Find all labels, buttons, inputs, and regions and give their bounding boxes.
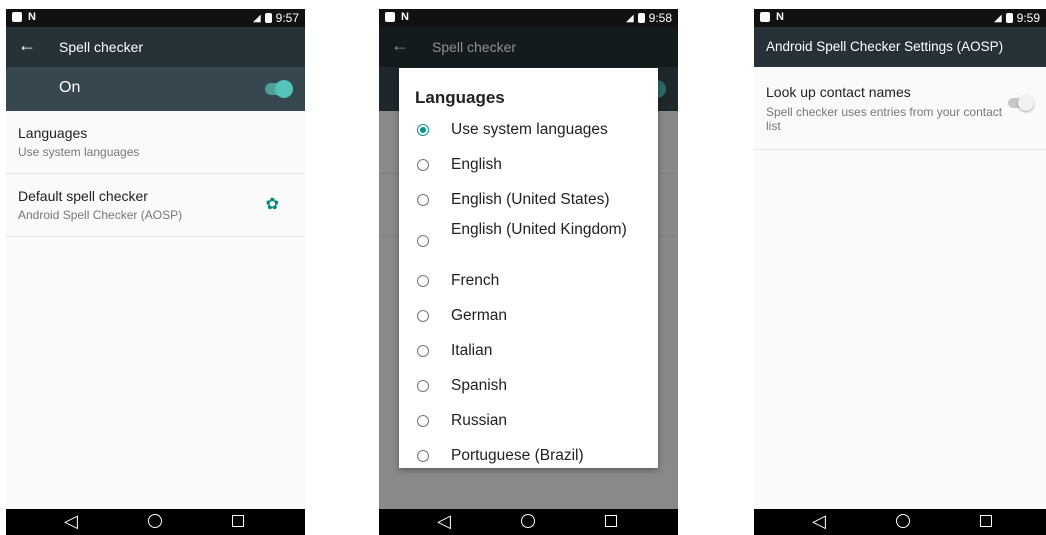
radio-button[interactable] xyxy=(417,450,429,462)
option-label: Italian xyxy=(451,342,493,359)
radio-button[interactable] xyxy=(417,275,429,287)
radio-button[interactable] xyxy=(417,310,429,322)
dialog-title: Languages xyxy=(415,88,505,107)
option-label: Use system languages xyxy=(451,121,608,138)
option-label: Russian xyxy=(451,412,507,429)
gear-icon[interactable]: ✿ xyxy=(266,194,279,214)
look-up-contact-names-item[interactable]: Look up contact names Spell checker uses… xyxy=(754,67,1046,150)
item-title: Look up contact names xyxy=(766,84,911,100)
back-arrow-icon[interactable]: ← xyxy=(18,35,36,56)
option-label: German xyxy=(451,307,507,324)
option-label: English (United Kingdom) xyxy=(451,221,627,238)
option-label: English xyxy=(451,156,502,173)
switch-label: On xyxy=(59,79,81,96)
nav-back-icon[interactable]: ◁ xyxy=(64,511,78,532)
nfc-icon: N xyxy=(776,11,784,23)
languages-item[interactable]: Languages Use system languages xyxy=(6,111,305,174)
clock: 9:58 xyxy=(648,11,672,25)
item-title: Default spell checker xyxy=(18,188,148,204)
nfc-icon: N xyxy=(28,11,36,23)
radio-button[interactable] xyxy=(417,159,429,171)
battery-icon xyxy=(264,13,272,23)
nfc-icon: N xyxy=(401,11,409,23)
clock: 9:57 xyxy=(275,11,299,25)
battery-icon xyxy=(637,13,645,23)
language-option[interactable]: French xyxy=(399,265,658,299)
language-option[interactable]: English xyxy=(399,149,658,183)
nav-home-icon[interactable] xyxy=(896,514,910,528)
nav-bar: ◁ xyxy=(754,509,1046,535)
radio-button[interactable] xyxy=(417,380,429,392)
sd-card-icon xyxy=(385,12,395,22)
radio-button[interactable] xyxy=(417,194,429,206)
radio-button[interactable] xyxy=(417,124,429,136)
language-option[interactable]: English (United Kingdom) xyxy=(399,219,658,265)
nav-recents-icon[interactable] xyxy=(232,515,244,527)
languages-dialog: Languages Use system languages English Eng… xyxy=(399,68,658,468)
signal-icon: ◢ xyxy=(252,12,261,24)
item-title: Languages xyxy=(18,125,88,141)
app-bar: Android Spell Checker Settings (AOSP) xyxy=(754,27,1046,67)
page-title: Android Spell Checker Settings (AOSP) xyxy=(766,39,1004,54)
default-spell-checker-item[interactable]: Default spell checker Android Spell Chec… xyxy=(6,174,305,237)
language-option[interactable]: Use system languages xyxy=(399,114,658,148)
option-label: English (United States) xyxy=(451,191,610,208)
page-title: Spell checker xyxy=(59,39,144,55)
item-subtitle: Android Spell Checker (AOSP) xyxy=(18,208,183,222)
option-label: Spanish xyxy=(451,377,508,394)
phone-screen-aosp-settings: N ◢ 9:59 Android Spell Checker Settings … xyxy=(754,9,1046,535)
language-option[interactable]: Portuguese (Brazil) xyxy=(399,440,658,474)
settings-list: Languages Use system languages Default s… xyxy=(6,111,305,237)
phone-screen-spell-checker: N ◢ 9:57 ← Spell checker On Languages Us… xyxy=(6,9,305,535)
nav-home-icon[interactable] xyxy=(148,514,162,528)
nav-recents-icon[interactable] xyxy=(980,515,992,527)
radio-button[interactable] xyxy=(417,345,429,357)
phone-screen-languages-dialog: N ◢ 9:58 ← Spell checker Languages Use s… xyxy=(379,9,678,535)
option-label: Portuguese (Brazil) xyxy=(451,447,584,464)
app-bar: ← Spell checker xyxy=(6,27,305,67)
language-option[interactable]: Italian xyxy=(399,335,658,369)
nav-back-icon[interactable]: ◁ xyxy=(812,511,826,532)
language-option[interactable]: Russian xyxy=(399,405,658,439)
language-option[interactable]: English (United States) xyxy=(399,184,658,218)
clock: 9:59 xyxy=(1016,11,1040,25)
nav-back-icon[interactable]: ◁ xyxy=(437,511,451,532)
sd-card-icon xyxy=(760,12,770,22)
language-option[interactable]: Spanish xyxy=(399,370,658,404)
option-label: French xyxy=(451,272,500,289)
battery-icon xyxy=(1005,13,1013,23)
contact-names-toggle[interactable] xyxy=(1008,95,1034,111)
signal-icon: ◢ xyxy=(993,12,1002,24)
radio-button[interactable] xyxy=(417,415,429,427)
sd-card-icon xyxy=(12,12,22,22)
nav-bar: ◁ xyxy=(6,509,305,535)
nav-bar: ◁ xyxy=(379,509,678,535)
nav-recents-icon[interactable] xyxy=(605,515,617,527)
spell-checker-toggle[interactable] xyxy=(265,80,293,98)
language-option[interactable]: German xyxy=(399,300,658,334)
nav-home-icon[interactable] xyxy=(521,514,535,528)
item-subtitle: Use system languages xyxy=(18,145,140,159)
status-bar: N ◢ 9:59 xyxy=(754,9,1046,27)
status-bar: N ◢ 9:57 xyxy=(6,9,305,27)
status-bar: N ◢ 9:58 xyxy=(379,9,678,27)
radio-button[interactable] xyxy=(417,235,429,247)
item-subtitle: Spell checker uses entries from your con… xyxy=(766,105,1003,133)
master-switch-bar[interactable]: On xyxy=(6,67,305,111)
signal-icon: ◢ xyxy=(625,12,634,24)
